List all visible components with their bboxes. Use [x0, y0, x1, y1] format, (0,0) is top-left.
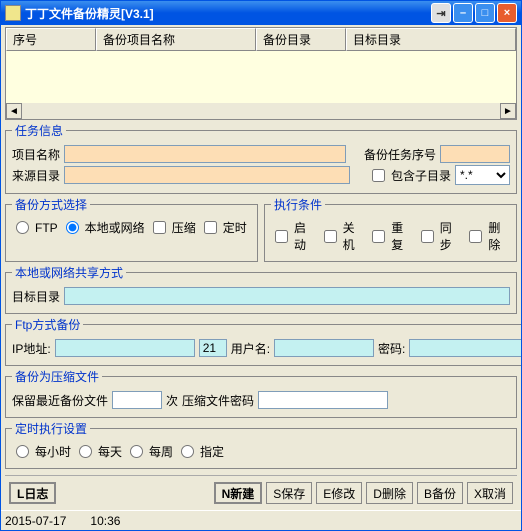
- ftp-pass-input[interactable]: [409, 339, 521, 357]
- method-compress-label: 压缩: [172, 219, 196, 236]
- cond-startup-label: 启动: [294, 219, 316, 253]
- method-timing-label: 定时: [223, 219, 247, 236]
- ftp-group: Ftp方式备份 IP地址: 用户名: 密码:: [5, 316, 521, 366]
- timing-daily-label: 每天: [98, 443, 122, 460]
- timing-specify-label: 指定: [200, 443, 224, 460]
- cancel-button[interactable]: X取消: [467, 482, 513, 504]
- zip-group: 备份为压缩文件 保留最近备份文件 次 压缩文件密码: [5, 368, 517, 418]
- status-date: 2015-07-17: [5, 514, 66, 528]
- content-area: 序号 备份项目名称 备份目录 目标目录 ◄ ► 任务信息 项目名称 备份任务序号: [1, 25, 521, 510]
- cond-repeat-checkbox[interactable]: [372, 230, 385, 243]
- col-dst[interactable]: 目标目录: [346, 28, 516, 51]
- ftp-user-label: 用户名:: [231, 340, 270, 357]
- window-title: 丁丁文件备份精灵[V3.1]: [25, 5, 431, 22]
- cond-delete-label: 删除: [488, 219, 510, 253]
- delete-button[interactable]: D删除: [366, 482, 413, 504]
- cond-sync-checkbox[interactable]: [421, 230, 434, 243]
- zip-keep-input[interactable]: [112, 391, 162, 409]
- share-legend: 本地或网络共享方式: [12, 264, 126, 281]
- ftp-port-input[interactable]: [199, 339, 227, 357]
- window-controls: ⇥ – □ ×: [431, 3, 517, 23]
- close-button[interactable]: ×: [497, 3, 517, 23]
- method-compress-checkbox[interactable]: [153, 221, 166, 234]
- task-list: 序号 备份项目名称 备份目录 目标目录 ◄ ►: [5, 27, 517, 120]
- titlebar: 丁丁文件备份精灵[V3.1] ⇥ – □ ×: [1, 1, 521, 25]
- include-subdir-label: 包含子目录: [391, 167, 451, 184]
- method-timing-checkbox[interactable]: [204, 221, 217, 234]
- ftp-pass-label: 密码:: [378, 340, 405, 357]
- save-button[interactable]: S保存: [266, 482, 312, 504]
- col-name[interactable]: 备份项目名称: [96, 28, 256, 51]
- zip-pass-input[interactable]: [258, 391, 388, 409]
- h-scrollbar[interactable]: ◄ ►: [6, 103, 516, 119]
- col-seq[interactable]: 序号: [6, 28, 96, 51]
- bottom-toolbar: L日志 N新建 S保存 E修改 D删除 B备份 X取消: [5, 480, 517, 506]
- timing-hourly-label: 每小时: [35, 443, 71, 460]
- timing-legend: 定时执行设置: [12, 420, 90, 437]
- ftp-ip-input[interactable]: [55, 339, 195, 357]
- zip-keep-label: 保留最近备份文件: [12, 392, 108, 409]
- task-info-legend: 任务信息: [12, 122, 66, 139]
- timing-weekly-label: 每周: [149, 443, 173, 460]
- src-dir-input[interactable]: [64, 166, 350, 184]
- filter-combo[interactable]: *.*: [455, 165, 510, 185]
- exec-cond-group: 执行条件 启动 关机 重复 同步 删除: [264, 196, 517, 262]
- method-ftp-radio[interactable]: [16, 221, 29, 234]
- task-seq-input[interactable]: [440, 145, 510, 163]
- list-body[interactable]: [6, 51, 516, 103]
- scroll-left-icon[interactable]: ◄: [6, 103, 22, 119]
- timing-weekly-radio[interactable]: [130, 445, 143, 458]
- task-info-group: 任务信息 项目名称 备份任务序号 来源目录 包含子目录 *.*: [5, 122, 517, 194]
- timing-hourly-radio[interactable]: [16, 445, 29, 458]
- timing-daily-radio[interactable]: [79, 445, 92, 458]
- backup-method-group: 备份方式选择 FTP 本地或网络 压缩 定时: [5, 196, 258, 262]
- method-local-radio[interactable]: [66, 221, 79, 234]
- backup-button[interactable]: B备份: [417, 482, 463, 504]
- exec-cond-legend: 执行条件: [271, 196, 325, 213]
- main-window: 丁丁文件备份精灵[V3.1] ⇥ – □ × 序号 备份项目名称 备份目录 目标…: [0, 0, 522, 531]
- zip-pass-label: 压缩文件密码: [182, 392, 254, 409]
- list-header: 序号 备份项目名称 备份目录 目标目录: [6, 28, 516, 51]
- cond-delete-checkbox[interactable]: [469, 230, 482, 243]
- cond-shutdown-checkbox[interactable]: [324, 230, 337, 243]
- method-local-label: 本地或网络: [85, 219, 145, 236]
- new-button[interactable]: N新建: [214, 482, 263, 504]
- cond-startup-checkbox[interactable]: [275, 230, 288, 243]
- cond-shutdown-label: 关机: [343, 219, 365, 253]
- target-dir-label: 目标目录: [12, 288, 60, 305]
- task-seq-label: 备份任务序号: [364, 146, 436, 163]
- statusbar: 2015-07-17 10:36: [1, 510, 521, 530]
- backup-method-legend: 备份方式选择: [12, 196, 90, 213]
- maximize-button[interactable]: □: [475, 3, 495, 23]
- zip-legend: 备份为压缩文件: [12, 368, 102, 385]
- ftp-legend: Ftp方式备份: [12, 316, 83, 333]
- share-group: 本地或网络共享方式 目标目录: [5, 264, 517, 314]
- log-button[interactable]: L日志: [9, 482, 56, 504]
- status-time: 10:36: [90, 514, 120, 528]
- src-dir-label: 来源目录: [12, 167, 60, 184]
- project-name-label: 项目名称: [12, 146, 60, 163]
- include-subdir-checkbox[interactable]: [372, 169, 385, 182]
- minimize-button[interactable]: –: [453, 3, 473, 23]
- timing-group: 定时执行设置 每小时 每天 每周 指定: [5, 420, 517, 469]
- ftp-ip-label: IP地址:: [12, 340, 51, 357]
- edit-button[interactable]: E修改: [316, 482, 362, 504]
- timing-specify-radio[interactable]: [181, 445, 194, 458]
- zip-times-label: 次: [166, 392, 178, 409]
- cond-sync-label: 同步: [440, 219, 462, 253]
- target-dir-input[interactable]: [64, 287, 510, 305]
- col-src[interactable]: 备份目录: [256, 28, 346, 51]
- project-name-input[interactable]: [64, 145, 346, 163]
- scroll-right-icon[interactable]: ►: [500, 103, 516, 119]
- app-icon: [5, 5, 21, 21]
- pin-button[interactable]: ⇥: [431, 3, 451, 23]
- ftp-user-input[interactable]: [274, 339, 374, 357]
- cond-repeat-label: 重复: [391, 219, 413, 253]
- method-ftp-label: FTP: [35, 221, 58, 235]
